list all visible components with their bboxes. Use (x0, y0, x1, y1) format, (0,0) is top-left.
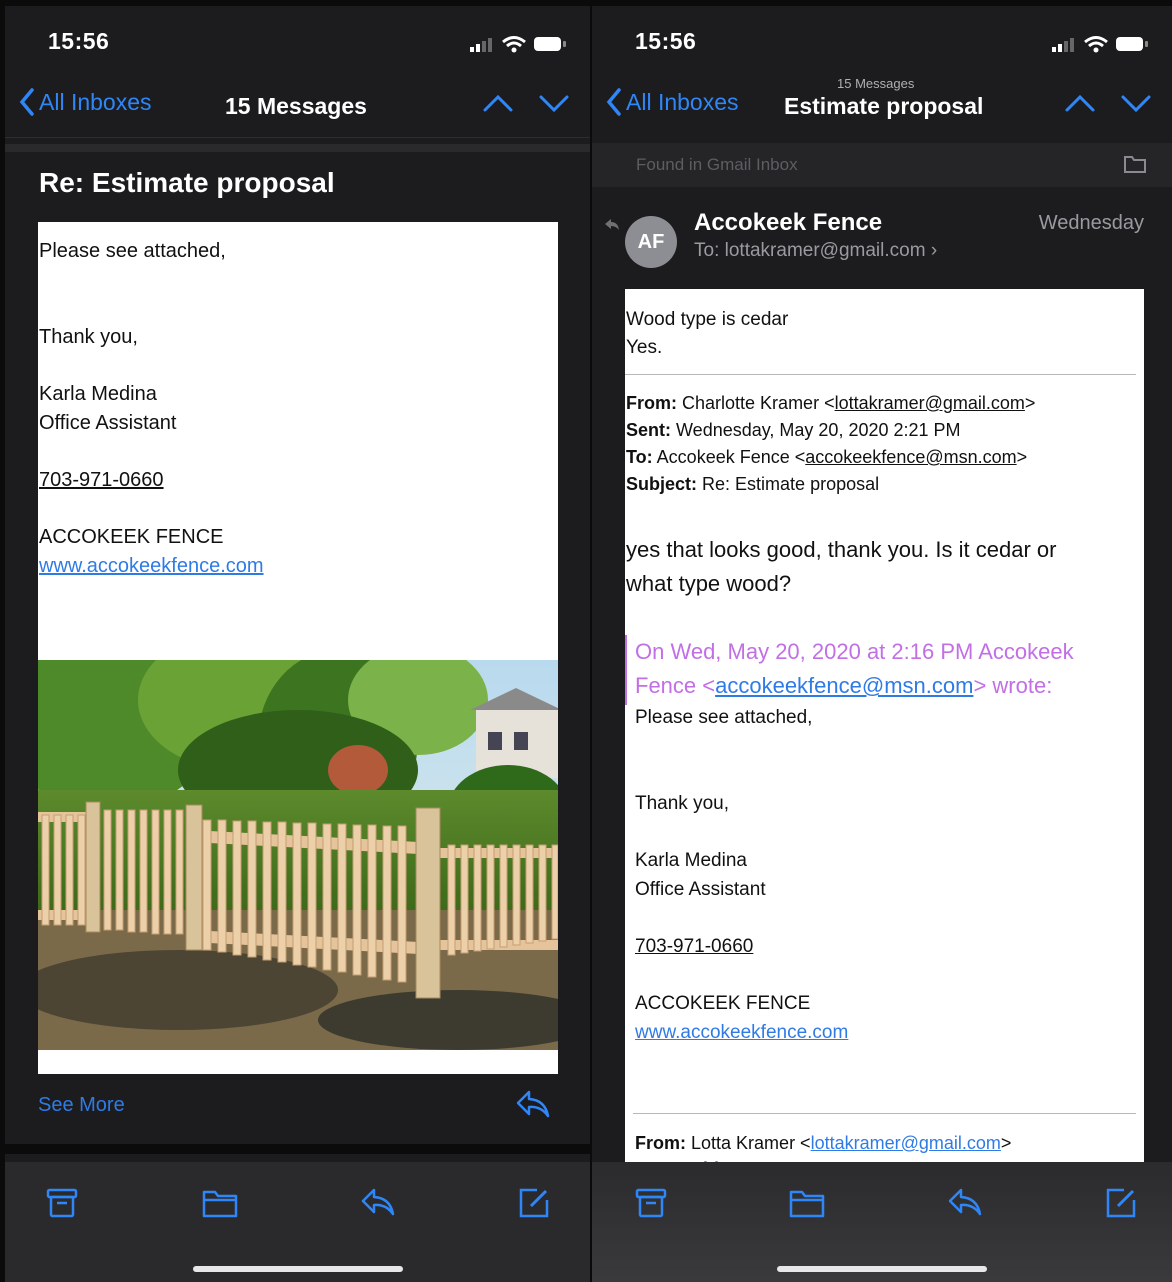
quote-attribution: Fence <accokeekfence@msn.com> wrote: (635, 673, 1053, 698)
folder-icon[interactable] (1124, 155, 1146, 178)
message-nav-arrows (1064, 92, 1152, 119)
back-button[interactable]: All Inboxes (19, 88, 152, 116)
archive-icon[interactable] (45, 1186, 79, 1225)
found-in-label: Found in Gmail Inbox (636, 155, 798, 174)
status-icons (1052, 34, 1150, 54)
chevron-right-icon: › (930, 240, 938, 261)
bottom-toolbar (5, 1162, 590, 1282)
compose-icon[interactable] (517, 1186, 551, 1225)
fence-photo[interactable] (38, 660, 558, 1050)
left-screen: 15:56 All Inboxes 15 Messages Re: Estima… (5, 6, 590, 1282)
quote-bar (625, 635, 627, 705)
chevron-left-icon (606, 88, 621, 116)
signature-company: ACCOKEEK FENCE (39, 526, 224, 548)
right-screen: 15:56 All Inboxes 15 Messages Estimate p… (592, 6, 1172, 1282)
from-email-link[interactable]: lottakramer@gmail.com (835, 393, 1025, 413)
to-email-link[interactable]: accokeekfence@msn.com (805, 447, 1016, 467)
quote-email-link[interactable]: accokeekfence@msn.com (715, 673, 973, 698)
to-label: To: (694, 240, 720, 261)
header-from: From: Lotta Kramer <lottakramer@gmail.co… (635, 1133, 1012, 1153)
reply-line: Yes. (626, 337, 663, 358)
status-bar: 15:56 (5, 6, 590, 76)
sender-name[interactable]: Accokeek Fence (694, 209, 882, 237)
quote-divider (633, 1113, 1136, 1114)
message-body: Wood type is cedar Yes. From: Charlotte … (625, 289, 1144, 1169)
signature-name: Karla Medina (39, 383, 157, 405)
message-date: Wednesday (1038, 212, 1144, 234)
body-line: Please see attached, (635, 707, 813, 728)
header-subject: Subject: Re: Estimate proposal (626, 474, 880, 494)
body-thanks: Thank you, (635, 793, 729, 814)
message-nav-arrows (482, 92, 570, 119)
signature-phone[interactable]: 703-971-0660 (39, 469, 164, 492)
quote-divider (625, 374, 1136, 375)
to-address: lottakramer@gmail.com (724, 240, 926, 261)
message-body: Please see attached, Thank you, Karla Me… (38, 222, 558, 1074)
nav-subtitle: 15 Messages (837, 76, 915, 91)
home-indicator (777, 1266, 987, 1272)
chevron-left-icon (19, 88, 34, 116)
folder-icon[interactable] (788, 1186, 826, 1225)
recipient-line[interactable]: To: lottakramer@gmail.com › (694, 240, 937, 262)
reply-icon[interactable] (360, 1186, 396, 1223)
message-text: what type wood? (626, 571, 792, 596)
archive-icon[interactable] (634, 1186, 668, 1225)
mailbox-banner: Found in Gmail Inbox (592, 143, 1172, 187)
header-sent: Sent: Wednesday, May 20, 2020 2:21 PM (626, 420, 961, 440)
clock: 15:56 (635, 28, 697, 54)
wifi-icon (1084, 36, 1108, 53)
chevron-up-icon[interactable] (1064, 92, 1096, 119)
status-bar: 15:56 (592, 6, 1172, 76)
signal-icon (470, 38, 492, 52)
signature-website-link[interactable]: www.accokeekfence.com (635, 1022, 848, 1044)
header-to: To: Accokeek Fence <accokeekfence@msn.co… (626, 447, 1028, 467)
home-indicator (192, 1266, 403, 1272)
reply-icon[interactable] (947, 1186, 983, 1223)
nav-bar: All Inboxes 15 Messages (5, 76, 590, 136)
back-button[interactable]: All Inboxes (606, 88, 739, 116)
body-thanks: Thank you, (39, 326, 138, 348)
chevron-down-icon[interactable] (1120, 92, 1152, 119)
signal-icon (1052, 38, 1074, 52)
signature-role: Office Assistant (39, 412, 177, 434)
see-more-link[interactable]: See More (38, 1094, 125, 1117)
nav-bar: All Inboxes 15 Messages Estimate proposa… (592, 76, 1172, 136)
message-text: yes that looks good, thank you. Is it ce… (626, 537, 1057, 562)
back-label: All Inboxes (39, 88, 152, 115)
replied-icon (604, 218, 620, 237)
signature-name: Karla Medina (635, 850, 747, 871)
compose-icon[interactable] (1104, 1186, 1138, 1225)
header-from: From: Charlotte Kramer <lottakramer@gmai… (626, 393, 1036, 413)
chevron-down-icon[interactable] (538, 92, 570, 119)
avatar: AF (625, 216, 677, 268)
status-icons (470, 34, 568, 54)
wifi-icon (502, 36, 526, 53)
from-email-link[interactable]: lottakramer@gmail.com (811, 1133, 1001, 1153)
battery-icon (534, 37, 566, 51)
signature-phone[interactable]: 703-971-0660 (635, 936, 753, 958)
nav-title: 15 Messages (225, 93, 367, 119)
reply-icon[interactable] (515, 1088, 551, 1125)
signature-company: ACCOKEEK FENCE (635, 993, 811, 1014)
quote-attribution: On Wed, May 20, 2020 at 2:16 PM Accokeek (635, 639, 1074, 664)
back-label: All Inboxes (626, 88, 739, 115)
previous-message-edge (5, 144, 590, 152)
signature-website-link[interactable]: www.accokeekfence.com (39, 555, 264, 578)
chevron-up-icon[interactable] (482, 92, 514, 119)
nav-title: Estimate proposal (784, 93, 984, 119)
signature-role: Office Assistant (635, 879, 766, 900)
nav-divider (5, 137, 590, 138)
bottom-toolbar (592, 1162, 1172, 1282)
clock: 15:56 (48, 28, 110, 54)
body-line: Please see attached, (39, 240, 226, 262)
reply-line: Wood type is cedar (626, 309, 789, 330)
battery-icon (1116, 37, 1148, 51)
folder-icon[interactable] (201, 1186, 239, 1225)
message-subject: Re: Estimate proposal (39, 167, 335, 198)
